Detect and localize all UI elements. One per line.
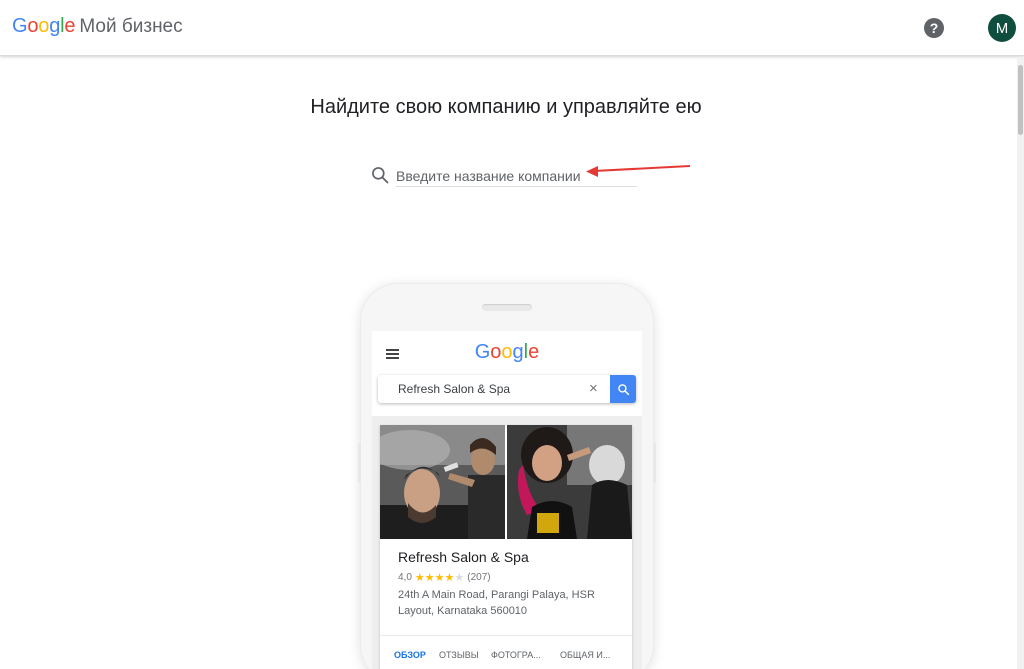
phone-search-box: Refresh Salon & Spa ×: [378, 375, 636, 403]
account-avatar[interactable]: M: [988, 14, 1016, 42]
business-rating: 4,0 ★★★★ ★ (207): [398, 571, 491, 584]
help-icon[interactable]: ?: [924, 18, 944, 38]
star-icon: ★★★★: [414, 572, 455, 584]
search-icon: [617, 383, 629, 395]
business-tabs: ОБЗОР ОТЗЫВЫ ФОТОГРА... ОБЩАЯ И...: [380, 635, 632, 669]
salon-photo-barber: [380, 425, 505, 539]
salon-photo-stylist: [507, 425, 632, 539]
tab-overview: ОБЗОР: [394, 650, 426, 660]
star-empty-icon: ★: [454, 572, 465, 584]
phone-side-button: [653, 443, 656, 483]
tab-reviews: ОТЗЫВЫ: [439, 650, 479, 660]
tab-photos: ФОТОГРА...: [491, 650, 541, 660]
rating-value: 4,0: [398, 572, 412, 583]
phone-search-header: Google Refresh Salon & Spa ×: [372, 331, 642, 416]
phone-screen: Google Refresh Salon & Spa × Refresh Sal…: [372, 331, 642, 669]
scrollbar-thumb[interactable]: [1018, 65, 1023, 135]
google-logo: Google: [12, 15, 76, 38]
annotation-arrow: [586, 165, 691, 177]
page-heading: Найдите свою компанию и управляйте ею: [310, 96, 702, 118]
phone-search-query: Refresh Salon & Spa: [398, 382, 511, 396]
search-icon: [372, 167, 389, 184]
phone-side-button: [358, 443, 361, 483]
phone-google-logo: Google: [474, 341, 540, 363]
phone-speaker: [482, 304, 532, 311]
logo-letter: g: [49, 15, 61, 37]
brand[interactable]: Google Мой бизнес: [12, 15, 183, 38]
phone-search-button: [610, 375, 636, 403]
close-icon: ×: [589, 380, 598, 397]
logo-letter: o: [27, 15, 39, 37]
product-name: Мой бизнес: [79, 16, 183, 37]
review-count: (207): [467, 572, 491, 583]
app-header: Google Мой бизнес ? M: [0, 0, 1024, 56]
phone-mockup: Google Refresh Salon & Spa × Refresh Sal…: [358, 283, 656, 669]
logo-letter: G: [12, 15, 28, 37]
business-address: 24th A Main Road, Parangi Palaya, HSR La…: [398, 589, 595, 617]
logo-letter: o: [38, 15, 50, 37]
tab-about: ОБЩАЯ И...: [560, 650, 611, 660]
page-scrollbar[interactable]: [1017, 57, 1024, 669]
business-card: Refresh Salon & Spa 4,0 ★★★★ ★ (207) 24th…: [380, 425, 632, 669]
logo-letter: e: [64, 15, 76, 37]
business-name: Refresh Salon & Spa: [398, 549, 529, 565]
